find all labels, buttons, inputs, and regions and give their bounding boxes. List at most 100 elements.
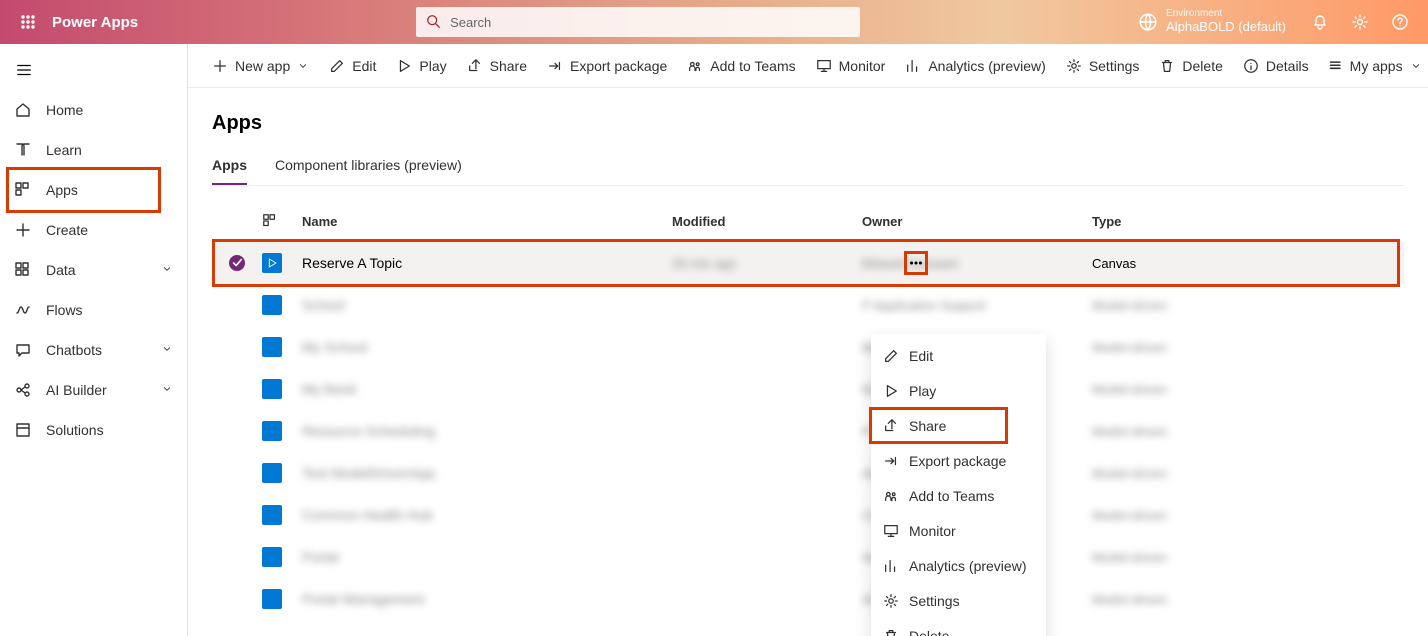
table-row[interactable]: Resource Scheduling Pureness Ava Model-d… xyxy=(212,410,1404,452)
col-modified[interactable]: Modified xyxy=(672,214,862,229)
sidebar-item-apps[interactable]: Apps xyxy=(0,170,187,210)
app-type: Model-driven xyxy=(1092,298,1167,313)
chevron-down-icon xyxy=(161,382,173,398)
row-more-button[interactable] xyxy=(904,251,928,275)
cmd-label: Details xyxy=(1266,58,1309,74)
sidebar-item-label: Apps xyxy=(46,182,78,198)
share-button[interactable]: Share xyxy=(467,58,527,74)
app-name: Test ModelDrivenApp xyxy=(302,465,435,481)
notifications-button[interactable] xyxy=(1300,0,1340,44)
sidebar-toggle[interactable] xyxy=(0,50,187,90)
sidebar: Home Learn Apps Create Data Flows Chatbo… xyxy=(0,44,188,636)
environment-picker[interactable]: Environment AlphaBOLD (default) xyxy=(1138,9,1286,35)
sidebar-item-flows[interactable]: Flows xyxy=(0,290,187,330)
tab-apps[interactable]: Apps xyxy=(212,157,247,185)
ctx-label: Delete xyxy=(909,628,949,636)
app-thumbnail xyxy=(262,379,282,399)
gear-icon xyxy=(883,593,899,609)
brand-name: Power Apps xyxy=(52,14,138,31)
table-row[interactable]: Test ModelDrivenApp Adam Yau Model-drive… xyxy=(212,452,1404,494)
share-icon xyxy=(467,58,483,74)
menu-icon xyxy=(16,62,32,78)
app-name: Portal Management xyxy=(302,591,424,607)
table-row[interactable]: School P Application Support Model-drive… xyxy=(212,284,1404,326)
settings-button[interactable]: Settings xyxy=(1066,58,1140,74)
ctx-analytics[interactable]: Analytics (preview) xyxy=(871,548,1046,583)
edit-button[interactable]: Edit xyxy=(329,58,376,74)
monitor-button[interactable]: Monitor xyxy=(816,58,886,74)
table-row[interactable]: Common Health Hub CHHCIA Model-driven xyxy=(212,494,1404,536)
app-type: Model-driven xyxy=(1092,340,1167,355)
app-name: My Bank xyxy=(302,381,356,397)
cmd-label: Add to Teams xyxy=(710,58,795,74)
sidebar-item-label: Solutions xyxy=(46,422,104,438)
context-menu: Edit Play Share Export package Add to Te… xyxy=(871,334,1046,636)
ctx-delete[interactable]: Delete xyxy=(871,618,1046,636)
settings-button[interactable] xyxy=(1340,0,1380,44)
ctx-add-teams[interactable]: Add to Teams xyxy=(871,478,1046,513)
add-to-teams-button[interactable]: Add to Teams xyxy=(687,58,795,74)
ctx-monitor[interactable]: Monitor xyxy=(871,513,1046,548)
delete-button[interactable]: Delete xyxy=(1159,58,1222,74)
help-icon xyxy=(1391,13,1409,31)
col-type[interactable]: Type xyxy=(1092,214,1404,229)
my-apps-filter[interactable]: My apps xyxy=(1329,58,1422,74)
sidebar-item-ai-builder[interactable]: AI Builder xyxy=(0,370,187,410)
ctx-play[interactable]: Play xyxy=(871,373,1046,408)
cmd-label: Monitor xyxy=(839,58,886,74)
cmd-label: Export package xyxy=(570,58,667,74)
sidebar-item-data[interactable]: Data xyxy=(0,250,187,290)
chatbots-icon xyxy=(14,341,32,359)
col-owner[interactable]: Owner xyxy=(862,214,1092,229)
app-type: Model-driven xyxy=(1092,550,1167,565)
sidebar-item-solutions[interactable]: Solutions xyxy=(0,410,187,450)
search-input[interactable] xyxy=(416,7,860,37)
col-name[interactable]: Name xyxy=(302,214,672,229)
sidebar-item-chatbots[interactable]: Chatbots xyxy=(0,330,187,370)
sidebar-item-learn[interactable]: Learn xyxy=(0,130,187,170)
table-row[interactable]: Portal Asad Ullah Model-driven xyxy=(212,536,1404,578)
table-row[interactable]: My School Muhammad Abrar Model-driven xyxy=(212,326,1404,368)
row-checkbox[interactable] xyxy=(229,255,245,271)
edit-icon xyxy=(883,348,899,364)
app-name: School xyxy=(302,297,345,313)
search-wrap xyxy=(416,7,860,37)
sidebar-item-home[interactable]: Home xyxy=(0,90,187,130)
more-icon xyxy=(908,255,924,271)
ctx-share[interactable]: Share xyxy=(871,408,1046,443)
table-row[interactable]: My Bank Muhammad Abrar Model-driven xyxy=(212,368,1404,410)
app-name: My School xyxy=(302,339,367,355)
sidebar-item-create[interactable]: Create xyxy=(0,210,187,250)
ctx-export[interactable]: Export package xyxy=(871,443,1046,478)
ctx-label: Play xyxy=(909,383,936,399)
data-icon xyxy=(14,261,32,279)
new-app-button[interactable]: New app xyxy=(212,58,309,74)
ctx-settings[interactable]: Settings xyxy=(871,583,1046,618)
analytics-button[interactable]: Analytics (preview) xyxy=(905,58,1045,74)
app-thumbnail xyxy=(262,253,282,273)
cmd-label: Settings xyxy=(1089,58,1140,74)
grid-header: Name Modified Owner Type xyxy=(212,200,1404,242)
app-launcher-icon[interactable] xyxy=(8,0,48,44)
search-icon xyxy=(426,14,442,30)
help-button[interactable] xyxy=(1380,0,1420,44)
sidebar-item-label: Data xyxy=(46,262,76,278)
analytics-icon xyxy=(883,558,899,574)
details-button[interactable]: Details xyxy=(1243,58,1309,74)
app-type: Canvas xyxy=(1092,256,1136,271)
global-header: Power Apps Environment AlphaBOLD (defaul… xyxy=(0,0,1428,44)
ctx-edit[interactable]: Edit xyxy=(871,338,1046,373)
cmd-label: Play xyxy=(419,58,446,74)
ctx-label: Add to Teams xyxy=(909,488,994,504)
ctx-label: Analytics (preview) xyxy=(909,558,1026,574)
apps-icon xyxy=(14,181,32,199)
export-button[interactable]: Export package xyxy=(547,58,667,74)
table-row[interactable]: Portal Management Ahmed Biri Model-drive… xyxy=(212,578,1404,620)
play-button[interactable]: Play xyxy=(396,58,446,74)
tab-component-libraries[interactable]: Component libraries (preview) xyxy=(275,157,462,185)
edit-icon xyxy=(329,58,345,74)
table-row-selected[interactable]: Reserve A Topic 26 min ago Bilawal Kamaa… xyxy=(212,242,1404,284)
ctx-label: Monitor xyxy=(909,523,956,539)
learn-icon xyxy=(14,141,32,159)
sidebar-item-label: AI Builder xyxy=(46,382,107,398)
